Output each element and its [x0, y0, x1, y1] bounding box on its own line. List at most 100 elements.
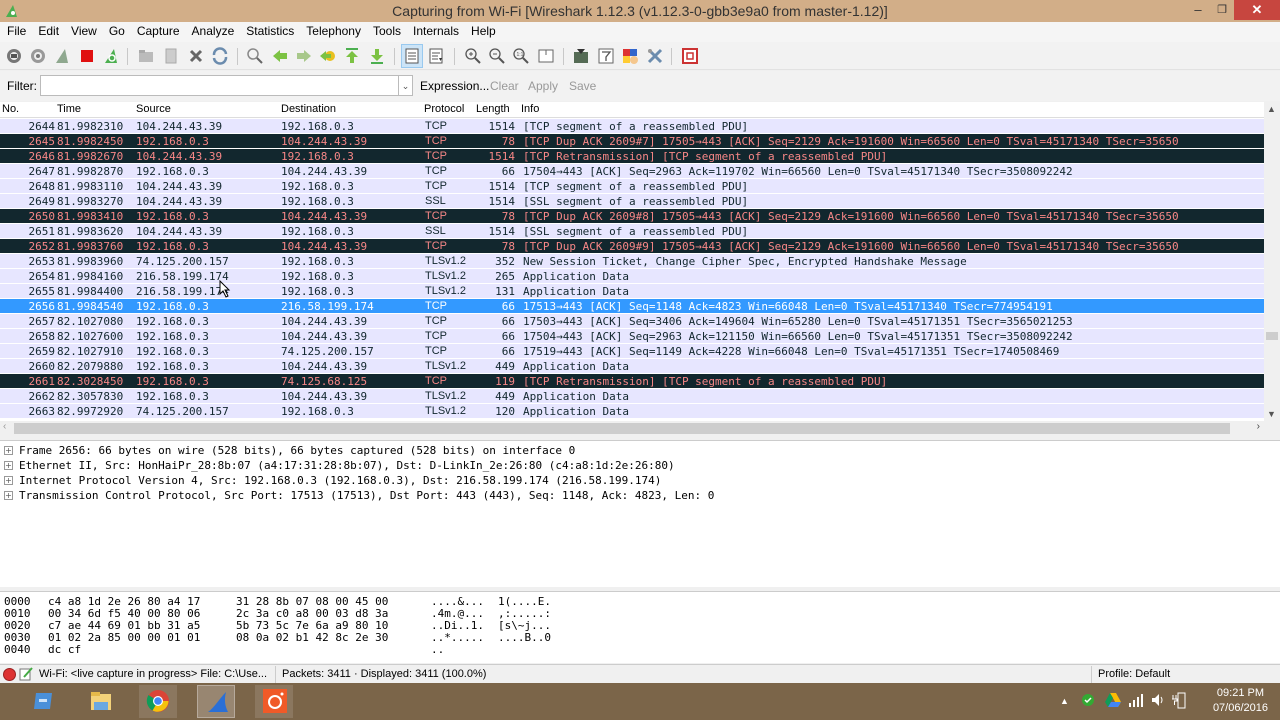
taskbar-wireshark[interactable] [197, 685, 235, 718]
detail-row-ip[interactable]: + Internet Protocol Version 4, Src: 192.1… [0, 473, 1280, 488]
menu-analyze[interactable]: Analyze [185, 22, 240, 38]
packet-row[interactable]: 2648 81.9983110 104.244.43.39 192.168.0.3 TC… [0, 179, 1264, 194]
menu-help[interactable]: Help [464, 22, 501, 38]
restart-capture-icon[interactable] [102, 47, 120, 65]
close-file-icon[interactable] [187, 47, 205, 65]
go-last-icon[interactable] [368, 47, 386, 65]
resize-columns-icon[interactable] [537, 47, 555, 65]
go-forward-icon[interactable] [295, 47, 313, 65]
hex-row[interactable]: 0040 dc cf.. [0, 644, 1280, 656]
interfaces-icon[interactable] [5, 47, 23, 65]
menu-edit[interactable]: Edit [31, 22, 64, 38]
packet-row[interactable]: 2661 82.3028450 192.168.0.3 74.125.68.125 TC… [0, 374, 1264, 389]
taskbar-screen-recorder[interactable] [255, 685, 293, 718]
apply-button[interactable]: Apply [528, 79, 558, 93]
zoom-normal-icon[interactable]: 1:1 [512, 47, 530, 65]
zoom-in-icon[interactable] [464, 47, 482, 65]
go-to-packet-icon[interactable] [319, 47, 337, 65]
menu-view[interactable]: View [64, 22, 102, 38]
capture-running-icon[interactable] [3, 668, 16, 681]
expression-button[interactable]: Expression... [420, 79, 489, 93]
options-icon[interactable] [29, 47, 47, 65]
menu-go[interactable]: Go [102, 22, 130, 38]
scroll-up-icon[interactable]: ▲ [1267, 104, 1276, 114]
open-file-icon[interactable] [137, 47, 155, 65]
packet-row[interactable]: 2645 81.9982450 192.168.0.3 104.244.43.39 TC… [0, 134, 1264, 149]
google-drive-icon[interactable] [1104, 692, 1122, 708]
expand-icon[interactable]: + [4, 446, 13, 455]
packet-row[interactable]: 2644 81.9982310 104.244.43.39 192.168.0.3 TC… [0, 119, 1264, 134]
menu-tools[interactable]: Tools [366, 22, 406, 38]
detail-row-ethernet[interactable]: + Ethernet II, Src: HonHaiPr_28:8b:07 (a4… [0, 458, 1280, 473]
minimize-button[interactable]: – [1186, 0, 1210, 20]
help-icon[interactable] [681, 47, 699, 65]
expand-icon[interactable]: + [4, 476, 13, 485]
packet-row[interactable]: 2649 81.9983270 104.244.43.39 192.168.0.3 SS… [0, 194, 1264, 209]
stop-capture-icon[interactable] [78, 47, 96, 65]
column-header-time[interactable]: Time [57, 103, 81, 115]
display-filter-input[interactable] [40, 75, 399, 96]
go-first-icon[interactable] [343, 47, 361, 65]
volume-icon[interactable] [1150, 692, 1166, 708]
packet-row[interactable]: 2662 82.3057830 192.168.0.3 104.244.43.39 TL… [0, 389, 1264, 404]
clear-button[interactable]: Clear [490, 79, 519, 93]
start-capture-icon[interactable] [53, 47, 71, 65]
packet-list-horizontal-scrollbar[interactable]: ‹ › [0, 421, 1280, 436]
packet-row[interactable]: 2646 81.9982670 104.244.43.39 192.168.0.3 TC… [0, 149, 1264, 164]
scrollbar-thumb[interactable] [14, 423, 1230, 434]
expand-icon[interactable]: + [4, 461, 13, 470]
battery-icon[interactable] [1172, 691, 1186, 709]
taskbar-chrome[interactable] [139, 685, 177, 718]
packet-row[interactable]: 2660 82.2079880 192.168.0.3 104.244.43.39 TL… [0, 359, 1264, 374]
system-clock[interactable]: 09:21 PM 07/06/2016 [1213, 686, 1268, 716]
maximize-button[interactable]: ❐ [1210, 0, 1234, 20]
go-back-icon[interactable] [271, 47, 289, 65]
expand-icon[interactable]: + [4, 491, 13, 500]
scrollbar-thumb[interactable] [1266, 332, 1278, 340]
preferences-icon[interactable] [646, 47, 664, 65]
column-header-length[interactable]: Length [476, 103, 510, 115]
packet-row[interactable]: 2653 81.9983960 74.125.200.157 192.168.0.3 T… [0, 254, 1264, 269]
packet-row[interactable]: 2647 81.9982870 192.168.0.3 104.244.43.39 TC… [0, 164, 1264, 179]
column-header-source[interactable]: Source [136, 103, 171, 115]
filter-dropdown-button[interactable]: ⌄ [399, 75, 413, 96]
save-file-icon[interactable] [162, 47, 180, 65]
column-header-no[interactable]: No. [2, 103, 19, 115]
taskbar-file-explorer[interactable] [82, 685, 120, 718]
show-hidden-icons-icon[interactable]: ▲ [1060, 696, 1069, 706]
packet-list-vertical-scrollbar[interactable]: ▲ ▼ [1264, 102, 1280, 421]
packet-row[interactable]: 2652 81.9983760 192.168.0.3 104.244.43.39 TC… [0, 239, 1264, 254]
menu-statistics[interactable]: Statistics [239, 22, 299, 38]
colorize-packet-list-icon[interactable] [403, 47, 421, 65]
packet-row[interactable]: 2651 81.9983620 104.244.43.39 192.168.0.3 SS… [0, 224, 1264, 239]
find-packet-icon[interactable] [246, 47, 264, 65]
close-button[interactable]: ✕ [1234, 0, 1280, 20]
detail-row-frame[interactable]: + Frame 2656: 66 bytes on wire (528 bits)… [0, 443, 1280, 458]
display-filters-icon[interactable] [597, 47, 615, 65]
packet-row[interactable]: 2650 81.9983410 192.168.0.3 104.244.43.39 TC… [0, 209, 1264, 224]
packet-row[interactable]: 2656 81.9984540 192.168.0.3 216.58.199.174 T… [0, 299, 1264, 314]
packet-row[interactable]: 2659 82.1027910 192.168.0.3 74.125.200.157 T… [0, 344, 1264, 359]
menu-internals[interactable]: Internals [406, 22, 464, 38]
save-filter-button[interactable]: Save [569, 79, 596, 93]
capture-filters-icon[interactable] [572, 47, 590, 65]
scroll-down-icon[interactable]: ▼ [1267, 409, 1276, 419]
reload-icon[interactable] [211, 47, 229, 65]
column-header-protocol[interactable]: Protocol [424, 103, 464, 115]
menu-file[interactable]: File [0, 22, 31, 38]
column-header-info[interactable]: Info [521, 103, 539, 115]
coloring-rules-icon[interactable] [621, 47, 639, 65]
menu-capture[interactable]: Capture [130, 22, 185, 38]
packet-row[interactable]: 2655 81.9984400 216.58.199.174 192.168.0.3 T… [0, 284, 1264, 299]
network-signal-icon[interactable] [1128, 692, 1144, 708]
menu-telephony[interactable]: Telephony [299, 22, 366, 38]
auto-scroll-icon[interactable] [427, 47, 445, 65]
packet-row[interactable]: 2658 82.1027600 192.168.0.3 104.244.43.39 TC… [0, 329, 1264, 344]
taskbar-desktop-app[interactable] [24, 685, 62, 718]
sync-icon[interactable] [1080, 692, 1096, 708]
detail-row-tcp[interactable]: + Transmission Control Protocol, Src Port… [0, 488, 1280, 503]
packet-row[interactable]: 2663 82.9972920 74.125.200.157 192.168.0.3 T… [0, 404, 1264, 419]
profile-text[interactable]: Profile: Default [1098, 668, 1170, 680]
packet-row[interactable]: 2657 82.1027080 192.168.0.3 104.244.43.39 TC… [0, 314, 1264, 329]
scroll-left-icon[interactable]: ‹ [3, 421, 6, 432]
